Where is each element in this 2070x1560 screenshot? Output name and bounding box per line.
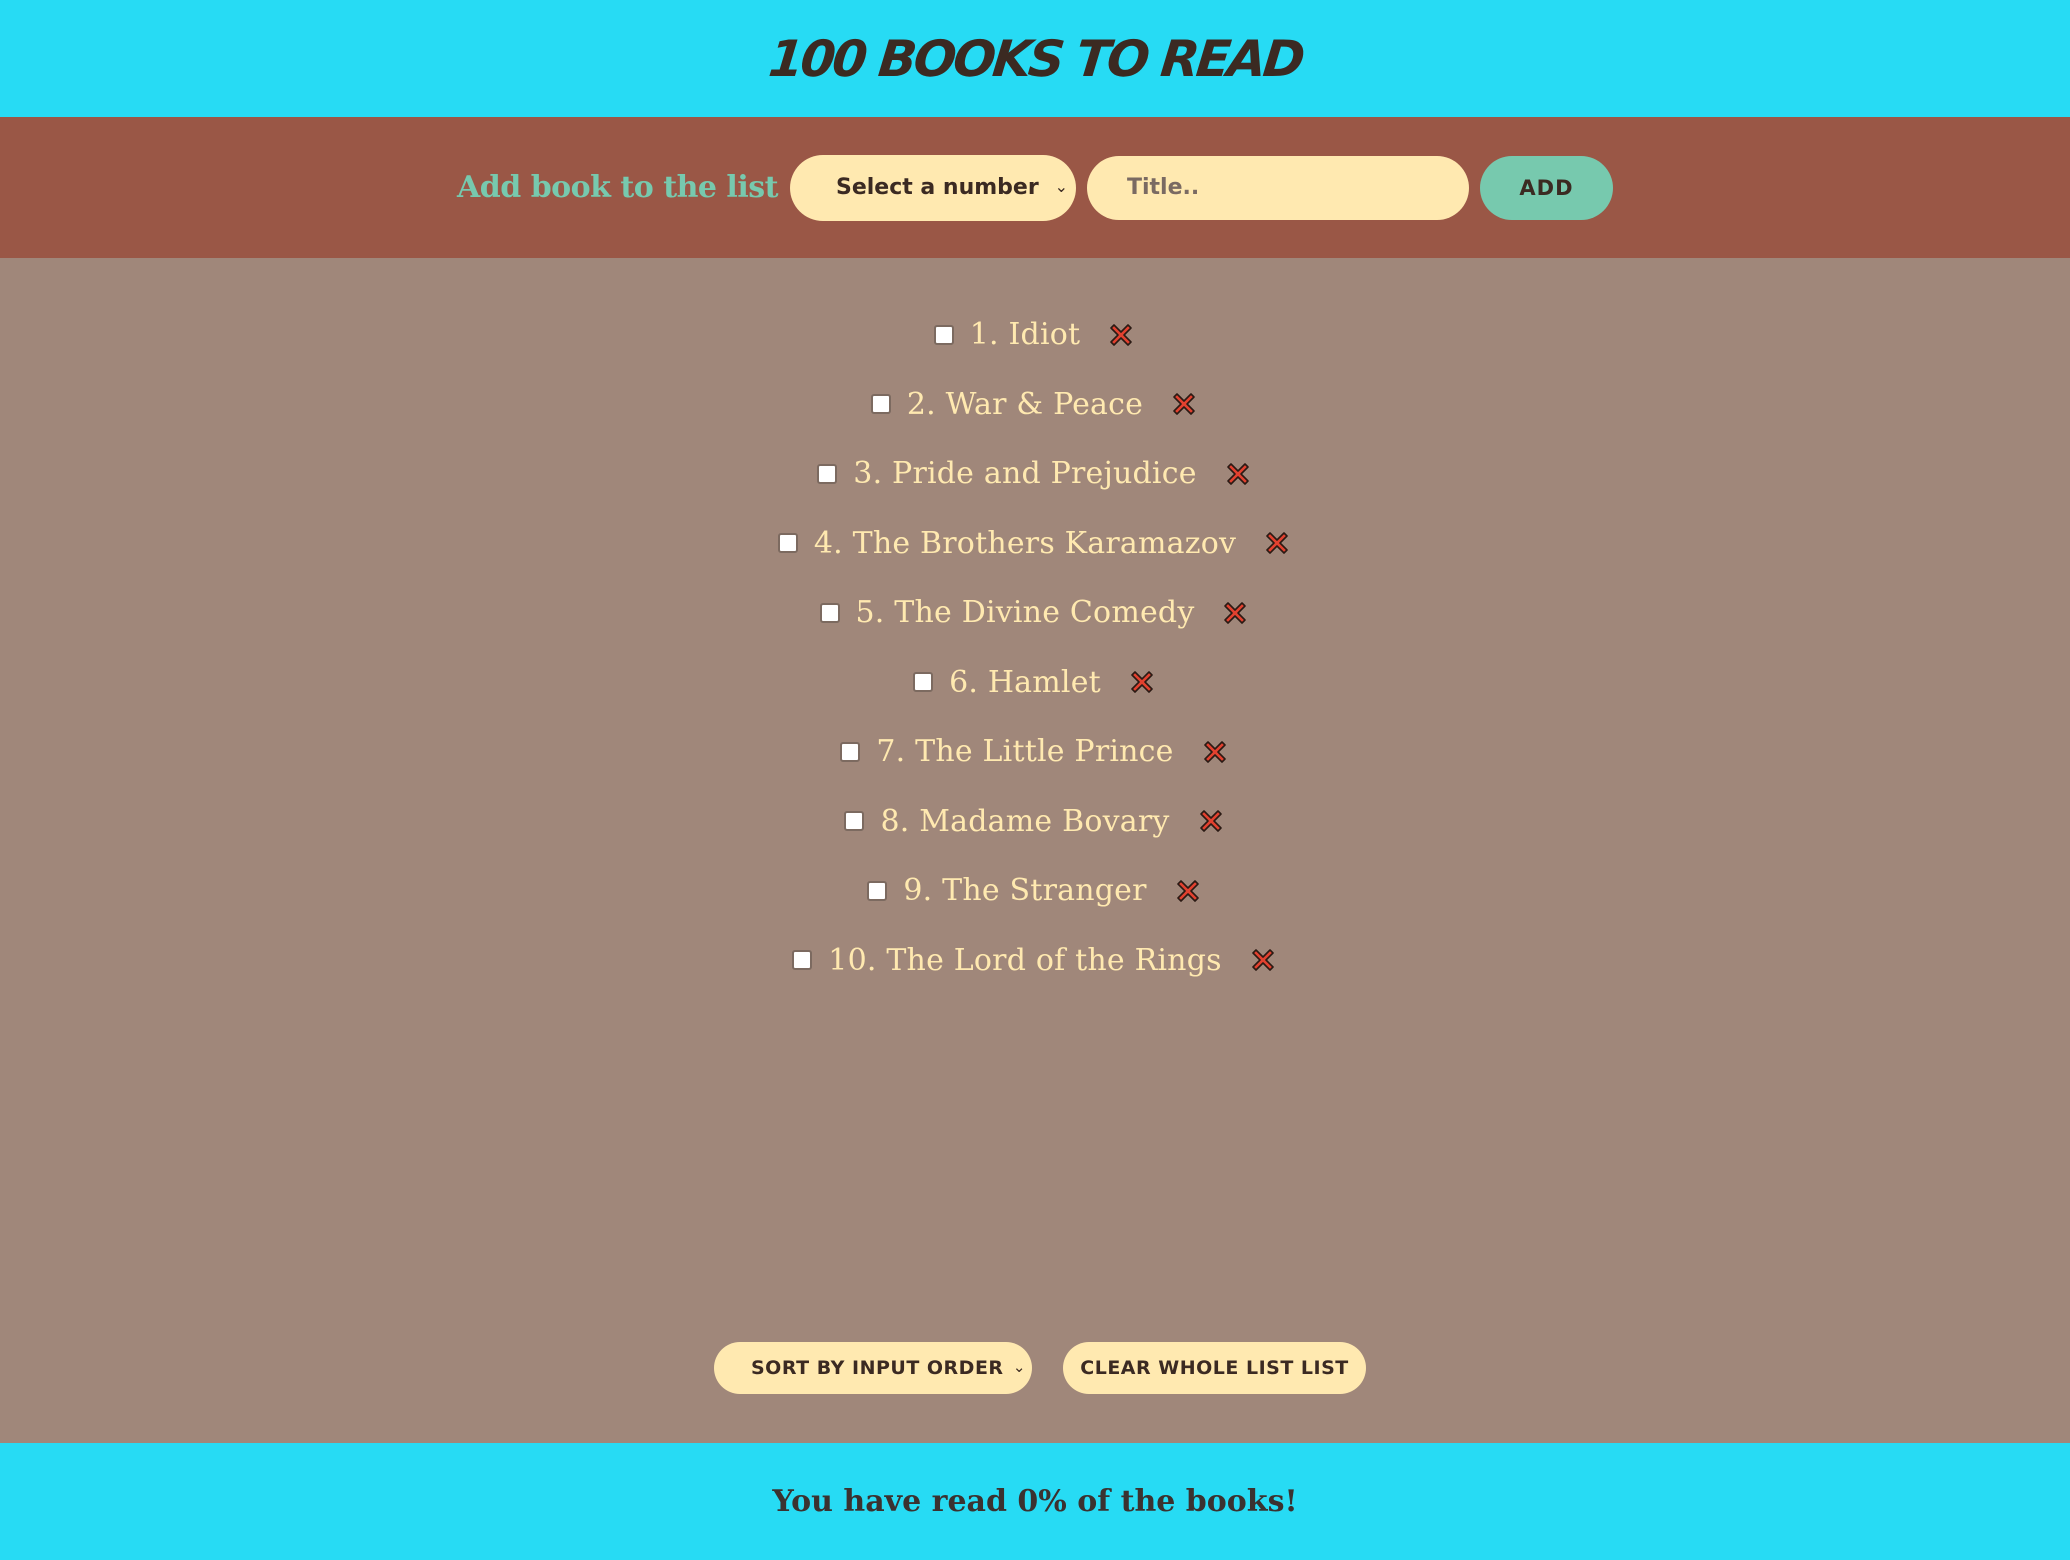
sort-select-value: SORT BY INPUT ORDER [751,1357,1004,1379]
progress-text: You have read 0% of the books! [772,1484,1298,1519]
close-x-icon[interactable] [1262,528,1292,558]
book-list-item: 7. The Little Prince [0,717,2070,787]
add-book-label: Add book to the list [457,170,778,205]
book-list-item: 4. The Brothers Karamazov [0,509,2070,579]
bottom-controls: SORT BY INPUT ORDER ⌄ CLEAR WHOLE LIST L… [0,1342,2070,1394]
book-read-checkbox[interactable] [867,880,888,901]
book-read-checkbox[interactable] [777,533,798,554]
chevron-down-icon: ⌄ [1054,176,1068,196]
book-title: 1. Idiot [969,317,1081,353]
close-x-icon[interactable] [1106,320,1136,350]
book-read-checkbox[interactable] [792,950,813,971]
book-list-item: 8. Madame Bovary [0,787,2070,857]
book-list-item: 1. Idiot [0,300,2070,370]
close-x-icon[interactable] [1173,876,1203,906]
close-x-icon[interactable] [1200,737,1230,767]
page-footer: You have read 0% of the books! [0,1443,2070,1560]
close-x-icon[interactable] [1248,945,1278,975]
book-read-checkbox[interactable] [933,324,954,345]
close-x-icon[interactable] [1127,667,1157,697]
book-title: 3. Pride and Prejudice [853,456,1197,492]
title-input[interactable]: Title.. [1086,155,1469,220]
book-title: 5. The Divine Comedy [855,595,1195,631]
book-title: 7. The Little Prince [876,734,1174,770]
book-list-item: 10. The Lord of the Rings [0,926,2070,996]
number-select-value: Select a number [835,175,1039,200]
book-title: 9. The Stranger [903,873,1147,909]
clear-list-button[interactable]: CLEAR WHOLE LIST LIST [1063,1342,1366,1394]
book-read-checkbox[interactable] [844,811,865,832]
book-read-checkbox[interactable] [913,672,934,693]
book-title: 2. War & Peace [906,386,1144,422]
close-x-icon[interactable] [1169,389,1199,419]
add-book-bar: Add book to the list Select a number ⌄ T… [0,117,2070,258]
title-input-placeholder: Title.. [1126,175,1200,200]
book-title: 8. Madame Bovary [880,803,1170,839]
close-x-icon[interactable] [1220,598,1250,628]
book-list-item: 2. War & Peace [0,370,2070,440]
number-select[interactable]: Select a number ⌄ [789,154,1076,221]
book-title: 4. The Brothers Karamazov [813,525,1237,561]
book-read-checkbox[interactable] [819,602,840,623]
book-read-checkbox[interactable] [817,463,838,484]
chevron-down-icon: ⌄ [1012,1358,1026,1376]
page-header: 100 BOOKS TO READ [0,0,2070,117]
sort-select[interactable]: SORT BY INPUT ORDER ⌄ [714,1342,1032,1394]
book-title: 6. Hamlet [949,664,1101,700]
book-list-item: 9. The Stranger [0,856,2070,926]
close-x-icon[interactable] [1196,806,1226,836]
add-button[interactable]: ADD [1479,155,1613,220]
book-list: 1. Idiot 2. War & Peace 3. Pride and Preju… [0,300,2070,995]
page-title: 100 BOOKS TO READ [765,29,1305,88]
book-read-checkbox[interactable] [840,741,861,762]
book-title: 10. The Lord of the Rings [828,942,1222,978]
book-list-item: 5. The Divine Comedy [0,578,2070,648]
book-list-item: 3. Pride and Prejudice [0,439,2070,509]
close-x-icon[interactable] [1223,459,1253,489]
book-read-checkbox[interactable] [870,394,891,415]
book-list-item: 6. Hamlet [0,648,2070,718]
